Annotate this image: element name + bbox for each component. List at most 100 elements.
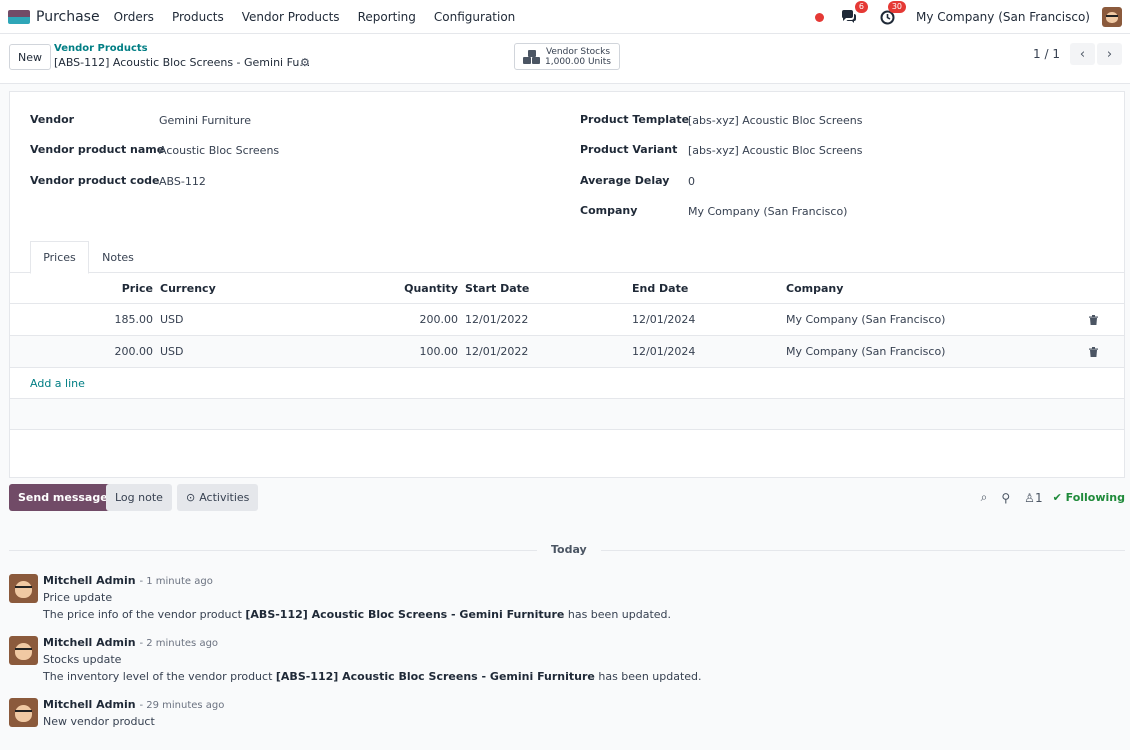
pager: 1 / 1 ‹ ›	[1033, 43, 1122, 65]
cell-start-date[interactable]: 12/01/2022	[465, 336, 528, 367]
company-switcher[interactable]: My Company (San Francisco)	[916, 10, 1090, 24]
messages-button[interactable]: 6	[840, 1, 869, 26]
product-variant-field[interactable]: [abs-xyz] Acoustic Bloc Screens	[688, 144, 862, 157]
cell-company[interactable]: My Company (San Francisco)	[786, 304, 945, 335]
check-icon: ✔	[1052, 491, 1066, 504]
menu-orders[interactable]: Orders	[114, 10, 154, 24]
followers-button[interactable]: ♙1	[1024, 491, 1042, 505]
messages-badge: 6	[854, 1, 869, 13]
vendor-field[interactable]: Gemini Furniture	[159, 114, 251, 127]
breadcrumb-parent[interactable]: Vendor Products	[54, 43, 148, 54]
vendor-product-name-field[interactable]: Acoustic Bloc Screens	[159, 144, 279, 157]
menu-products[interactable]: Products	[172, 10, 224, 24]
vendor-stocks-button[interactable]: Vendor Stocks 1,000.00 Units	[514, 43, 620, 70]
col-quantity[interactable]: Quantity	[360, 273, 458, 303]
message-subject: Stocks update	[43, 653, 122, 666]
empty-row	[10, 399, 1124, 430]
author-name[interactable]: Mitchell Admin	[43, 698, 136, 711]
menu-reporting[interactable]: Reporting	[358, 10, 416, 24]
send-message-button[interactable]: Send message	[9, 484, 117, 511]
following-button[interactable]: ✔ Following	[1053, 491, 1125, 504]
chatter-message: Mitchell Admin - 2 minutes ago Stocks up…	[9, 636, 909, 688]
company-label: Company	[580, 204, 638, 217]
gear-icon[interactable]: ⚙	[300, 56, 310, 69]
col-price[interactable]: Price	[10, 273, 153, 303]
delete-row-button[interactable]	[1089, 304, 1098, 335]
tab-prices[interactable]: Prices	[30, 241, 89, 274]
form-sheet: Vendor Gemini Furniture Vendor product n…	[9, 91, 1125, 478]
average-delay-label: Average Delay	[580, 174, 670, 187]
vendor-label: Vendor	[30, 113, 75, 126]
app-menu-icon[interactable]	[8, 9, 30, 24]
table-row[interactable]: 185.00 USD 200.00 12/01/2022 12/01/2024 …	[10, 304, 1124, 336]
user-icon: ♙	[1024, 490, 1035, 505]
cell-quantity[interactable]: 200.00	[360, 304, 459, 335]
menu-configuration[interactable]: Configuration	[434, 10, 515, 24]
user-avatar[interactable]	[1102, 7, 1122, 27]
vendor-product-name-label: Vendor product name	[30, 143, 165, 156]
cell-price[interactable]: 200.00	[10, 336, 154, 367]
message-subject: New vendor product	[43, 715, 155, 728]
table-row[interactable]: 200.00 USD 100.00 12/01/2022 12/01/2024 …	[10, 336, 1124, 368]
chatter-message: Mitchell Admin - 29 minutes ago New vend…	[9, 698, 909, 734]
message-time: - 2 minutes ago	[139, 638, 219, 649]
message-body: The inventory level of the vendor produc…	[43, 670, 702, 683]
tab-notes[interactable]: Notes	[89, 241, 147, 273]
status-dot-icon[interactable]	[815, 12, 825, 22]
clock-icon: ⊙	[186, 491, 196, 504]
notebook-tabs: Prices Notes	[10, 241, 1124, 274]
col-currency[interactable]: Currency	[160, 273, 216, 303]
breadcrumb-current: [ABS-112] Acoustic Bloc Screens - Gemini…	[54, 56, 311, 69]
cubes-icon	[523, 49, 541, 64]
followers-count: 1	[1034, 490, 1043, 505]
cell-end-date[interactable]: 12/01/2024	[632, 304, 695, 335]
activities-button[interactable]: ⊙ Activities	[177, 484, 259, 511]
chat-bubbles-icon	[842, 10, 857, 23]
author-avatar[interactable]	[9, 574, 38, 603]
add-line-row: Add a line	[10, 368, 1124, 399]
message-time: - 29 minutes ago	[139, 700, 225, 711]
cell-quantity[interactable]: 100.00	[360, 336, 459, 367]
chatter-toolbar: Send message Log note ⊙ Activities ⌕ ⚲ ♙…	[9, 484, 1125, 512]
cell-currency[interactable]: USD	[160, 336, 184, 367]
following-label: Following	[1065, 491, 1125, 504]
cell-company[interactable]: My Company (San Francisco)	[786, 336, 945, 367]
author-avatar[interactable]	[9, 698, 38, 727]
pager-previous-button[interactable]: ‹	[1070, 43, 1095, 65]
pager-value[interactable]: 1 / 1	[1033, 47, 1060, 61]
search-icon[interactable]: ⌕	[981, 490, 988, 505]
product-variant-label: Product Variant	[580, 143, 678, 156]
company-field[interactable]: My Company (San Francisco)	[688, 205, 847, 218]
col-start-date[interactable]: Start Date	[465, 273, 529, 303]
date-separator: Today	[537, 543, 601, 556]
app-name[interactable]: Purchase	[36, 9, 100, 25]
activities-label: Activities	[199, 491, 250, 504]
add-line-link[interactable]: Add a line	[30, 368, 85, 398]
vendor-product-code-field[interactable]: ABS-112	[159, 175, 206, 188]
author-name[interactable]: Mitchell Admin	[43, 574, 136, 587]
cell-end-date[interactable]: 12/01/2024	[632, 336, 695, 367]
vendor-product-code-label: Vendor product code	[30, 174, 160, 187]
activities-button[interactable]: 30	[878, 1, 907, 26]
new-button[interactable]: New	[9, 44, 51, 70]
delete-row-button[interactable]	[1089, 336, 1098, 367]
paperclip-icon[interactable]: ⚲	[1001, 491, 1010, 505]
cell-price[interactable]: 185.00	[10, 304, 154, 335]
col-end-date[interactable]: End Date	[632, 273, 688, 303]
col-company[interactable]: Company	[786, 273, 843, 303]
message-time: - 1 minute ago	[139, 576, 213, 587]
average-delay-field[interactable]: 0	[688, 175, 695, 188]
trash-icon	[1089, 346, 1098, 357]
menu-vendor-products[interactable]: Vendor Products	[242, 10, 340, 24]
stat-title: Vendor Stocks	[545, 46, 611, 57]
cell-currency[interactable]: USD	[160, 304, 184, 335]
message-body: The price info of the vendor product [AB…	[43, 608, 672, 621]
product-template-field[interactable]: [abs-xyz] Acoustic Bloc Screens	[688, 114, 862, 127]
author-name[interactable]: Mitchell Admin	[43, 636, 136, 649]
log-note-button[interactable]: Log note	[106, 484, 172, 511]
author-avatar[interactable]	[9, 636, 38, 665]
product-template-label: Product Template	[580, 113, 690, 126]
stat-value: 1,000.00 Units	[545, 56, 611, 67]
cell-start-date[interactable]: 12/01/2022	[465, 304, 528, 335]
pager-next-button[interactable]: ›	[1097, 43, 1122, 65]
